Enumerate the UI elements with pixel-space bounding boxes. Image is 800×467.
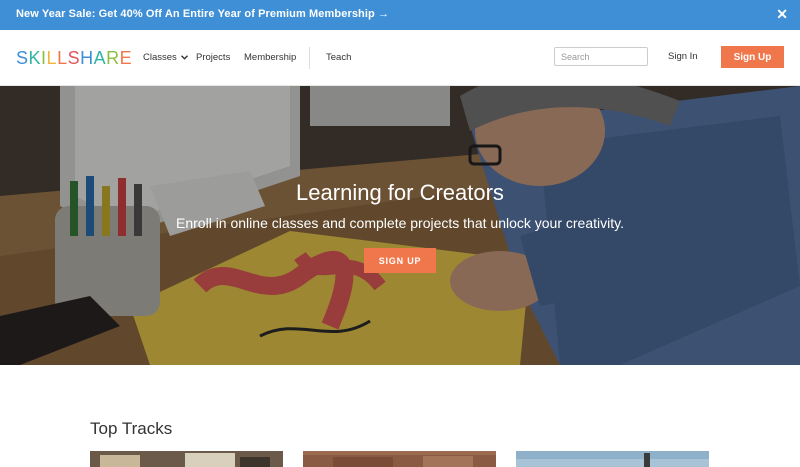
logo-letter: S xyxy=(67,48,81,68)
nav-classes-dropdown[interactable]: Classes xyxy=(143,52,189,63)
hero-subtitle: Enroll in online classes and complete pr… xyxy=(176,215,624,231)
track-card[interactable] xyxy=(516,451,709,467)
logo-letter: L xyxy=(46,48,58,68)
skillshare-logo[interactable]: SKILLSHARE xyxy=(16,48,132,69)
track-card[interactable] xyxy=(90,451,283,467)
logo-letter: A xyxy=(93,48,107,68)
track-card-image xyxy=(90,451,283,467)
promo-text[interactable]: New Year Sale: Get 40% Off An Entire Yea… xyxy=(16,8,389,20)
logo-letter: S xyxy=(16,48,29,68)
logo-letter: E xyxy=(119,48,133,68)
hero-title: Learning for Creators xyxy=(296,180,504,205)
track-card-image xyxy=(303,451,496,467)
signin-link[interactable]: Sign In xyxy=(668,51,698,62)
chevron-down-icon xyxy=(181,55,189,60)
search-input[interactable] xyxy=(554,47,648,66)
top-tracks-heading: Top Tracks xyxy=(90,419,173,438)
hero-section: Learning for Creators Enroll in online c… xyxy=(0,86,800,365)
promo-banner[interactable]: New Year Sale: Get 40% Off An Entire Yea… xyxy=(0,0,800,30)
main-nav: SKILLSHARE Classes Projects Membership T… xyxy=(0,30,800,86)
logo-letter: R xyxy=(106,48,120,68)
nav-teach[interactable]: Teach xyxy=(326,52,351,63)
track-card[interactable] xyxy=(303,451,496,467)
signup-button[interactable]: Sign Up xyxy=(721,46,784,68)
track-card-image xyxy=(516,451,709,467)
nav-projects[interactable]: Projects xyxy=(196,52,230,63)
nav-classes-label: Classes xyxy=(143,52,177,63)
logo-letter: K xyxy=(28,48,42,68)
logo-letter: H xyxy=(80,48,94,68)
nav-divider xyxy=(309,47,310,69)
hero-signup-button[interactable]: SIGN UP xyxy=(364,248,436,273)
nav-membership[interactable]: Membership xyxy=(244,52,296,63)
close-icon[interactable]: ✕ xyxy=(776,6,788,23)
logo-letter: L xyxy=(57,48,68,68)
